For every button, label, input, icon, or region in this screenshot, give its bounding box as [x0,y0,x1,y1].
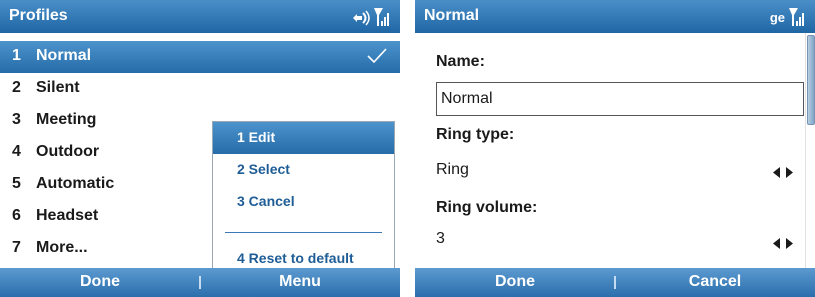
profile-label: Automatic [36,175,115,192]
softkey-bar: Done Cancel [415,268,815,297]
profiles-screen: Profiles 1 Normal 2 Silent 3 Meeting 4 Outdoor 5… [0,0,400,297]
done-softkey[interactable]: Done [425,273,605,291]
profile-label: Headset [36,207,99,224]
ring-type-spinner[interactable] [773,165,793,183]
profile-number: 2 [12,79,21,96]
menu-softkey[interactable]: Menu [210,273,390,291]
profile-label: Outdoor [36,143,100,160]
profile-number: 3 [12,111,21,128]
profile-number: 1 [12,47,21,64]
left-arrow-icon[interactable] [773,165,780,183]
checkmark-icon [366,47,388,70]
softkey-divider [199,276,201,289]
ring-volume-label: Ring volume: [436,199,538,216]
profile-label: Meeting [36,111,97,128]
scrollbar[interactable] [805,33,815,268]
profile-item[interactable]: 2 Silent [0,73,400,105]
softkey-divider [614,276,616,289]
profile-item[interactable]: 1 Normal [0,41,400,73]
scroll-thumb[interactable] [807,35,815,125]
profile-form: Name: Ring type: Ring Ring volume: 3 [415,33,805,268]
menu-item[interactable]: 1 Edit [213,122,394,154]
profile-label: More... [36,239,88,256]
right-arrow-icon[interactable] [786,236,793,254]
ring-type-value[interactable]: Ring [436,161,469,179]
profile-number: 7 [12,239,21,256]
name-input[interactable] [436,82,804,116]
ring-volume-spinner[interactable] [773,236,793,254]
screen-title: Normal [424,7,480,24]
name-label: Name: [436,53,485,70]
status-icons: ge [770,5,807,27]
screen-title: Profiles [9,7,68,24]
left-arrow-icon[interactable] [773,236,780,254]
profile-number: 6 [12,207,21,224]
ring-volume-value[interactable]: 3 [436,230,445,248]
connectivity-icon [350,9,370,27]
context-menu: 1 Edit 2 Select 3 Cancel 4 Reset to default [212,121,395,269]
profile-number: 4 [12,143,21,160]
done-softkey[interactable]: Done [10,273,190,291]
signal-strength-icon [374,7,392,27]
cancel-softkey[interactable]: Cancel [625,273,805,291]
edit-profile-screen: Normal ge Name: Ring type: Ring [415,0,815,297]
status-icons [350,5,392,27]
profile-number: 5 [12,175,21,192]
profile-label: Normal [36,47,92,64]
softkey-bar: Done Menu [0,268,400,297]
gprs-status-text: ge [769,10,785,25]
title-bar: Profiles [0,0,400,33]
ring-type-label: Ring type: [436,126,515,143]
profile-label: Silent [36,79,80,96]
menu-item[interactable]: 2 Select [213,154,394,186]
signal-strength-icon [789,7,807,27]
menu-separator [225,232,382,233]
right-arrow-icon[interactable] [786,165,793,183]
title-bar: Normal ge [415,0,815,33]
menu-item[interactable]: 3 Cancel [213,186,394,218]
